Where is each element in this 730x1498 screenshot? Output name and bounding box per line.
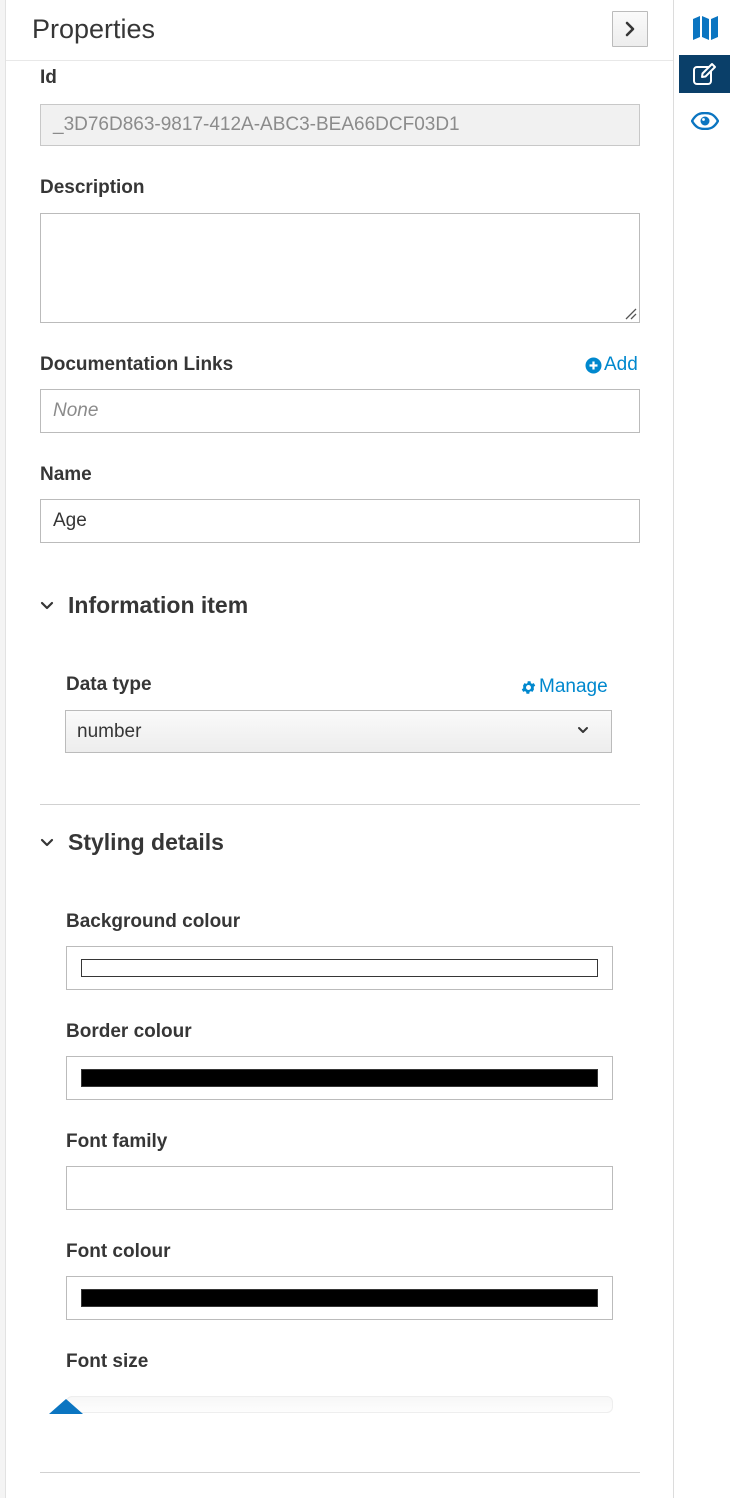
border-colour-picker[interactable] — [66, 1056, 613, 1100]
chevron-right-icon — [625, 21, 635, 37]
id-label: Id — [40, 67, 57, 88]
eye-icon — [691, 112, 719, 130]
add-label: Add — [604, 354, 638, 375]
font-size-label: Font size — [66, 1351, 149, 1372]
font-size-slider-track[interactable] — [66, 1396, 613, 1413]
background-colour-label: Background colour — [66, 911, 241, 932]
panel-title: Properties — [32, 14, 156, 44]
information-item-section-toggle[interactable]: Information item — [40, 592, 248, 619]
plus-circle-icon — [585, 357, 602, 373]
chevron-down-icon — [40, 601, 54, 609]
documentation-links-field[interactable]: None — [40, 389, 640, 433]
font-colour-label: Font colour — [66, 1241, 171, 1262]
panel-header: Properties — [6, 0, 673, 61]
manage-label: Manage — [539, 676, 608, 697]
styling-details-section-toggle[interactable]: Styling details — [40, 829, 224, 856]
font-size-slider-thumb[interactable] — [49, 1399, 83, 1414]
data-type-selected-value: number — [77, 720, 142, 742]
section-divider — [40, 804, 640, 805]
documentation-links-label: Documentation Links — [40, 354, 234, 375]
font-colour-picker[interactable] — [66, 1276, 613, 1320]
id-field: _3D76D863-9817-412A-ABC3-BEA66DCF03D1 — [40, 104, 640, 146]
font-family-input[interactable] — [66, 1166, 613, 1210]
section-divider — [40, 1472, 640, 1473]
properties-panel: Properties Id _3D76D863-9817-412A-ABC3-B… — [6, 0, 673, 1498]
description-label: Description — [40, 177, 145, 198]
rail-map-button[interactable] — [679, 9, 730, 47]
edit-icon — [693, 63, 716, 85]
chevron-down-icon — [40, 838, 54, 846]
font-colour-swatch[interactable] — [81, 1289, 598, 1307]
border-colour-label: Border colour — [66, 1021, 192, 1042]
name-label: Name — [40, 464, 92, 485]
map-icon — [692, 16, 718, 40]
information-item-title: Information item — [68, 592, 249, 618]
add-documentation-link-button[interactable]: Add — [585, 354, 638, 376]
data-type-label: Data type — [66, 674, 152, 695]
chevron-down-icon — [578, 727, 588, 733]
right-tool-rail — [673, 0, 730, 1498]
collapse-panel-button[interactable] — [612, 11, 648, 47]
styling-details-title: Styling details — [68, 829, 224, 855]
description-textarea[interactable] — [40, 213, 640, 323]
rail-preview-button[interactable] — [679, 102, 730, 140]
gear-icon — [521, 680, 536, 694]
data-type-select[interactable]: number — [65, 710, 612, 753]
font-family-label: Font family — [66, 1131, 168, 1152]
manage-data-types-button[interactable]: Manage — [520, 676, 608, 698]
rail-properties-button[interactable] — [679, 55, 730, 93]
resize-grip-icon[interactable] — [623, 306, 637, 320]
background-colour-swatch[interactable] — [81, 959, 598, 977]
border-colour-swatch[interactable] — [81, 1069, 598, 1087]
name-input[interactable]: Age — [40, 499, 640, 543]
background-colour-picker[interactable] — [66, 946, 613, 990]
